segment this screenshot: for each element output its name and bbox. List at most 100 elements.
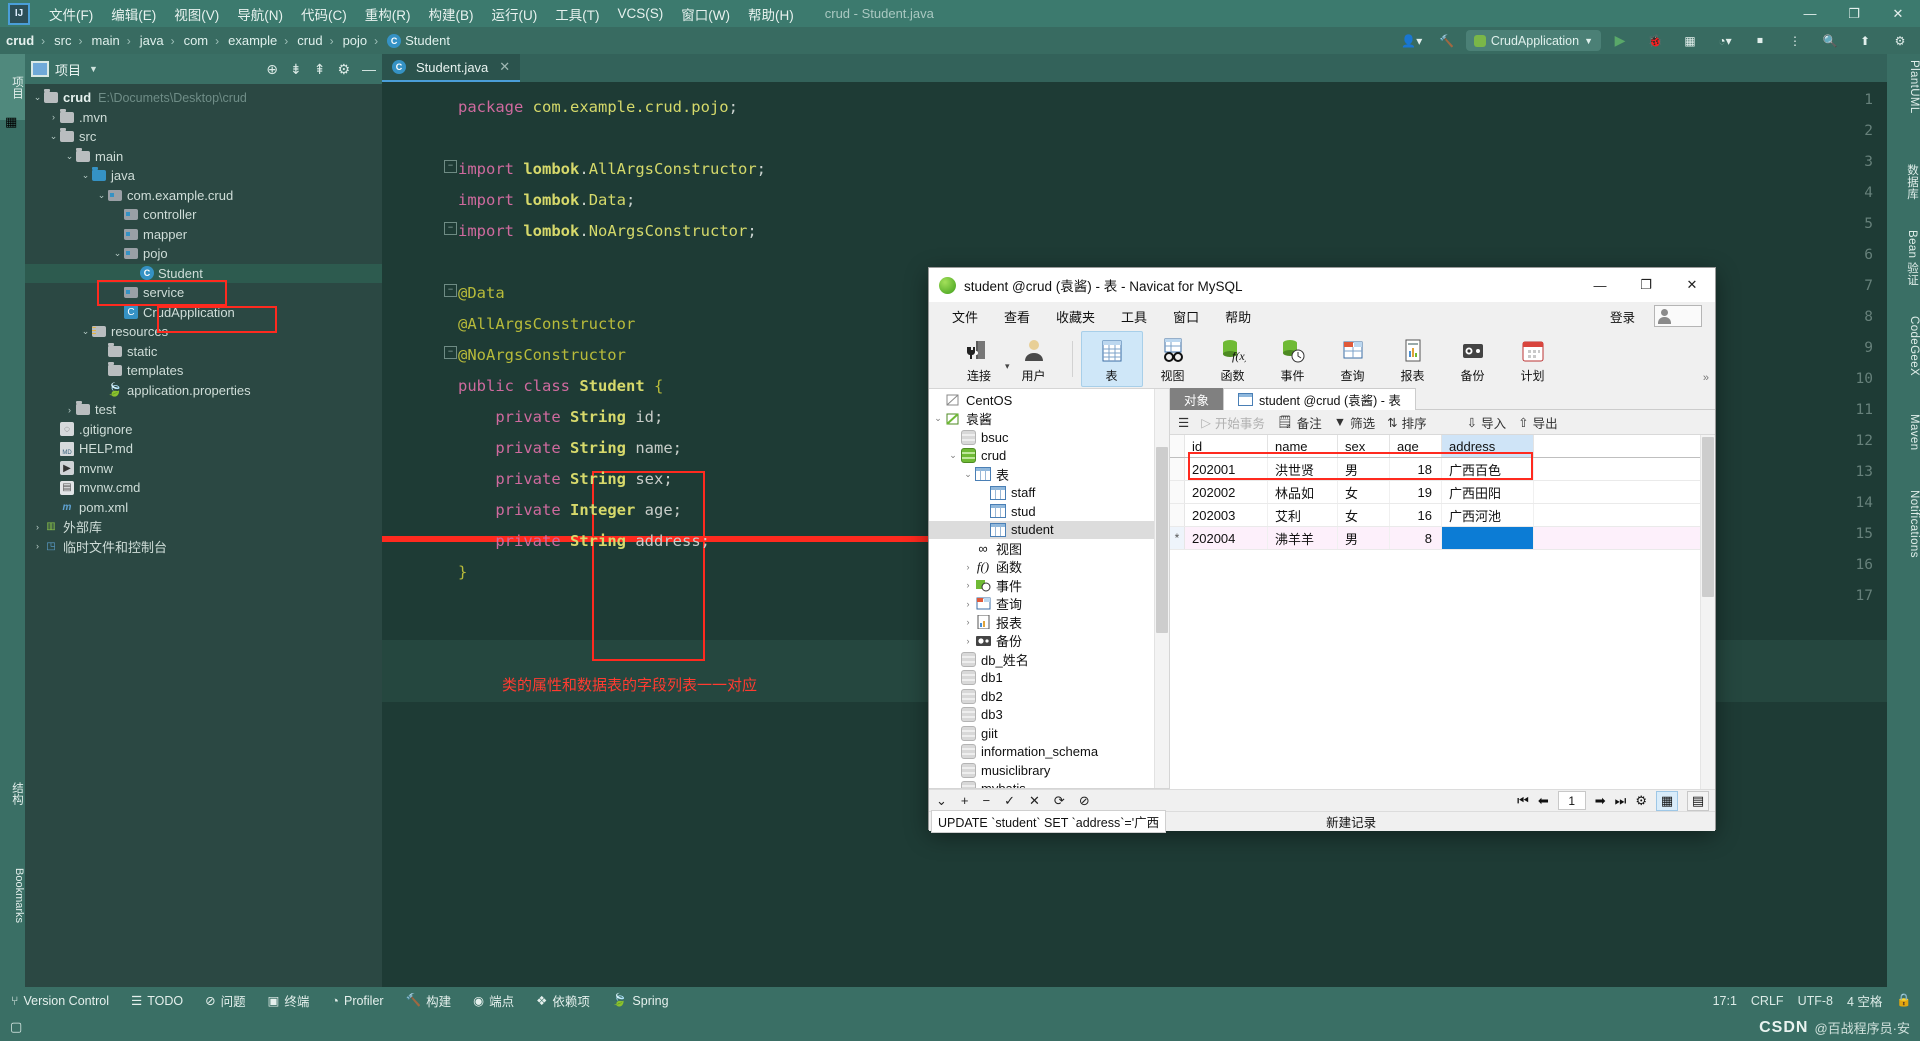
chevron-down-icon[interactable]: ⌄ (79, 326, 92, 337)
begin-transaction-button[interactable]: ▷ 开始事务 (1201, 413, 1265, 432)
navicat-tree-row-视图[interactable]: ∞ 视图 (929, 539, 1169, 558)
tab-student-table[interactable]: student @crud (袁酱) - 表 (1223, 388, 1416, 410)
line-separator[interactable]: CRLF (1751, 994, 1784, 1008)
menu-item-refactor[interactable]: 重构(R) (356, 4, 420, 24)
sidebar-item-database[interactable]: 数据库 (1887, 164, 1920, 200)
next-page-button[interactable]: ➡ (1595, 793, 1606, 809)
chevron-down-icon[interactable]: ⌄ (79, 170, 92, 181)
status-item-spring[interactable]: 🍃 Spring (601, 993, 680, 1008)
grid-menu-icon[interactable]: ☰ (1178, 415, 1189, 430)
navicat-menu-tools[interactable]: 工具 (1108, 307, 1160, 326)
navicat-toolbar-计划[interactable]: 计划 (1503, 335, 1563, 384)
expand-toggle-icon[interactable]: ⌄ (929, 793, 954, 809)
column-header-age[interactable]: age (1390, 435, 1442, 457)
code-line[interactable]: @NoArgsConstructor (458, 340, 626, 371)
first-page-button[interactable]: ⏮ (1517, 793, 1529, 809)
tree-row-service[interactable]: service (25, 283, 382, 303)
chevron-down-icon[interactable]: » (1703, 372, 1709, 384)
pager-settings-icon[interactable]: ⚙ (1635, 793, 1647, 809)
discard-change-button[interactable]: ✕ (1022, 793, 1047, 809)
cell-address[interactable] (1442, 527, 1534, 549)
run-button[interactable]: ▶ (1604, 30, 1636, 51)
chevron-right-icon[interactable]: › (961, 580, 975, 590)
navicat-tree-row-事件[interactable]: › 事件 (929, 576, 1169, 595)
code-line[interactable]: package com.example.crud.pojo; (458, 92, 738, 123)
navicat-tree-row-db2[interactable]: db2 (929, 687, 1169, 706)
navicat-toolbar-报表[interactable]: 报表 (1383, 335, 1443, 384)
sort-button[interactable]: ⇅ 排序 (1387, 413, 1427, 432)
expand-all-icon[interactable]: ⇟ (290, 61, 302, 78)
filter-button[interactable]: ▼ 筛选 (1334, 413, 1375, 432)
user-switch-icon[interactable]: 👤▾ (1396, 30, 1428, 51)
navicat-data-grid[interactable]: id name sex age address 202001 洪世贤男 18 广西百色 20200… (1170, 435, 1701, 789)
status-item-endpoints[interactable]: ◉ 端点 (462, 991, 525, 1010)
cell-name[interactable]: 林品如 (1268, 481, 1338, 503)
hide-icon[interactable]: — (362, 61, 376, 78)
code-line[interactable]: @Data (458, 278, 505, 309)
tree-row-mvnw[interactable]: ▶ mvnw (25, 459, 382, 479)
delete-record-button[interactable]: − (976, 793, 998, 808)
navicat-tree-row-函数[interactable]: › f() 函数 (929, 558, 1169, 577)
sidebar-item-bean-validation[interactable]: Bean 验证 (1887, 230, 1920, 286)
cell-age[interactable]: 8 (1390, 527, 1442, 549)
navicat-toolbar-用户[interactable]: 用户 (1004, 335, 1064, 384)
navicat-tree-row-musiclibrary[interactable]: musiclibrary (929, 761, 1169, 780)
status-item-todo[interactable]: ☰ TODO (120, 993, 194, 1009)
cell-sex[interactable]: 男 (1338, 527, 1390, 549)
navicat-login-area[interactable]: 登录 (1584, 305, 1715, 327)
code-line[interactable]: private String name; (458, 433, 682, 464)
navicat-close-button[interactable]: ✕ (1669, 268, 1715, 302)
tree-row-src[interactable]: ⌄ src (25, 127, 382, 147)
build-hammer-icon[interactable]: 🔨 (1431, 30, 1463, 51)
chevron-down-icon[interactable]: ⌄ (946, 450, 960, 461)
cell-age[interactable]: 19 (1390, 481, 1442, 503)
tree-row-help-md[interactable]: MD HELP.md (25, 439, 382, 459)
table-row[interactable]: 202002 林品如女 19 广西田阳 (1170, 481, 1701, 504)
close-button[interactable]: ✕ (1876, 0, 1920, 27)
tree-row-application-properties[interactable]: 🍃 application.properties (25, 381, 382, 401)
navicat-tree-row-表[interactable]: ⌄ 表 (929, 465, 1169, 484)
navicat-tree-row-staff[interactable]: staff (929, 484, 1169, 503)
tab-objects[interactable]: 对象 (1170, 388, 1224, 410)
settings-gear-icon[interactable]: ⚙ (337, 61, 350, 78)
sidebar-item-bookmarks[interactable]: Bookmarks (0, 835, 25, 957)
cell-sex[interactable]: 女 (1338, 481, 1390, 503)
navicat-tree-row-mybatis[interactable]: mybatis (929, 780, 1169, 788)
lock-icon[interactable]: 🔒 (1896, 993, 1912, 1008)
menu-item-code[interactable]: 代码(C) (292, 4, 356, 24)
chevron-down-icon[interactable]: ⌄ (961, 469, 975, 480)
status-item-build[interactable]: 🔨 构建 (395, 991, 463, 1010)
tree-row-pojo[interactable]: ⌄ pojo (25, 244, 382, 264)
breadcrumb-crud-pkg[interactable]: crud (291, 33, 326, 48)
sidebar-item-codegeex[interactable]: CodeGeeX (1887, 316, 1920, 376)
column-header-address[interactable]: address (1442, 435, 1534, 457)
import-button[interactable]: ⇩ 导入 (1467, 413, 1507, 432)
code-line[interactable]: private String sex; (458, 464, 672, 495)
grid-view-button[interactable]: ▦ (1656, 790, 1678, 811)
tree-row-外部库[interactable]: › ▥ 外部库 (25, 517, 382, 537)
tree-row-mvnw-cmd[interactable]: ▤ mvnw.cmd (25, 478, 382, 498)
cell-id[interactable]: 202002 (1185, 481, 1268, 503)
code-fold-icon[interactable]: − (444, 222, 457, 235)
note-button[interactable]: 🗒 备注 (1277, 413, 1322, 432)
locate-icon[interactable]: ⊕ (266, 61, 278, 78)
column-header-id[interactable]: id (1185, 435, 1268, 457)
caret-position[interactable]: 17:1 (1713, 994, 1737, 1008)
cell-sex[interactable]: 女 (1338, 504, 1390, 526)
form-view-button[interactable]: ▤ (1687, 790, 1709, 811)
tree-scrollbar-thumb[interactable] (1156, 447, 1168, 633)
tree-row-crudapplication[interactable]: C CrudApplication (25, 303, 382, 323)
breadcrumb-pojo[interactable]: pojo (337, 33, 372, 48)
chevron-down-icon[interactable]: ⌄ (95, 190, 108, 201)
menu-item-file[interactable]: 文件(F) (40, 4, 102, 24)
maximize-button[interactable]: ❐ (1832, 0, 1876, 27)
tree-scrollbar[interactable] (1154, 389, 1169, 788)
menu-item-window[interactable]: 窗口(W) (672, 4, 739, 24)
cell-id[interactable]: 202001 (1185, 458, 1268, 480)
coverage-button[interactable]: ▦ (1674, 30, 1706, 51)
navicat-toolbar-表[interactable]: 表 (1080, 331, 1143, 387)
navicat-minimize-button[interactable]: — (1577, 268, 1623, 302)
debug-button[interactable]: 🐞 (1639, 30, 1671, 51)
column-header-sex[interactable]: sex (1338, 435, 1390, 457)
code-line[interactable]: import lombok.NoArgsConstructor; (458, 216, 757, 247)
